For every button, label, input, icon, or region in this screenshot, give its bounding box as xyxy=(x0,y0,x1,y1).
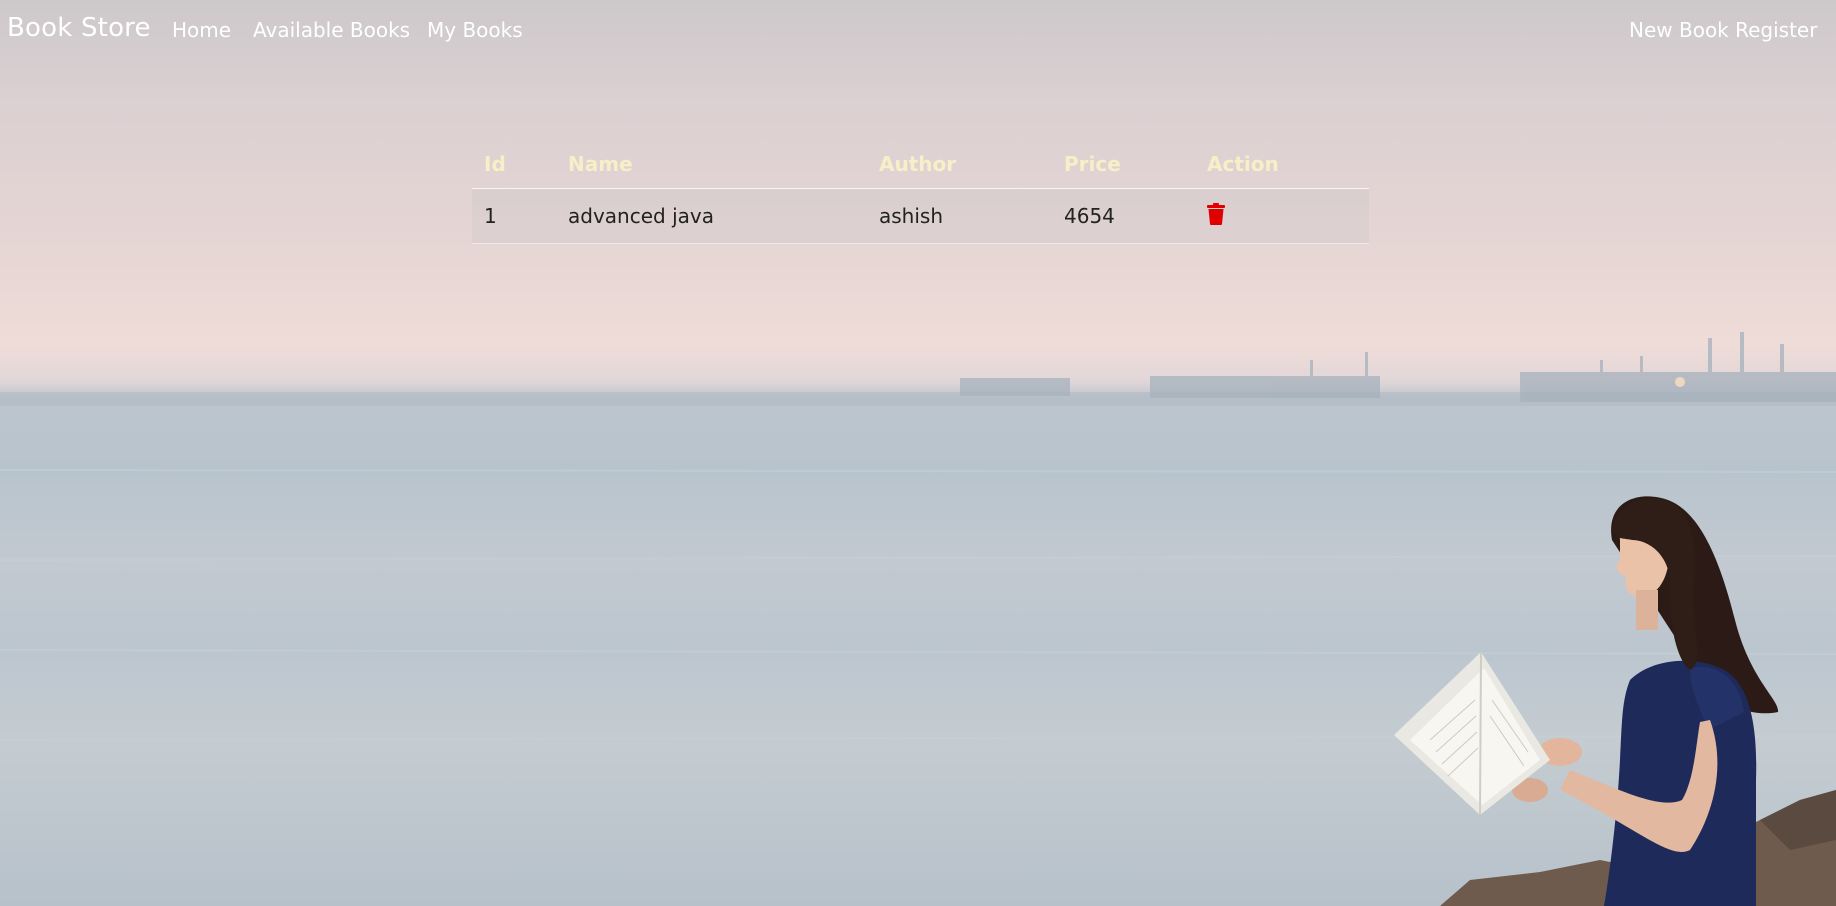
my-books-table: Id Name Author Price Action 1 advanced j… xyxy=(472,140,1369,244)
cell-author: ashish xyxy=(867,188,1052,244)
header-row: Id Name Author Price Action xyxy=(472,140,1369,189)
brand-link[interactable]: Book Store xyxy=(7,13,151,43)
table-body: 1 advanced java ashish 4654 xyxy=(472,188,1369,244)
nav-link-home[interactable]: Home xyxy=(172,18,231,42)
cell-price: 4654 xyxy=(1052,188,1195,244)
background-image xyxy=(0,332,1836,906)
nav-link-available-books[interactable]: Available Books xyxy=(253,18,410,42)
new-book-register-link[interactable]: New Book Register xyxy=(1629,18,1817,42)
trash-icon[interactable] xyxy=(1207,202,1225,230)
cell-action xyxy=(1195,188,1369,244)
cell-id: 1 xyxy=(472,188,556,244)
header-author: Author xyxy=(867,140,1052,189)
nav-link-my-books[interactable]: My Books xyxy=(427,18,523,42)
navbar: Book Store Home Available Books My Books… xyxy=(0,0,1836,62)
header-price: Price xyxy=(1052,140,1195,189)
header-name: Name xyxy=(556,140,867,189)
header-action: Action xyxy=(1195,140,1369,189)
table-header: Id Name Author Price Action xyxy=(472,140,1369,189)
header-id: Id xyxy=(472,140,556,189)
table-row: 1 advanced java ashish 4654 xyxy=(472,188,1369,244)
books-table-container: Id Name Author Price Action 1 advanced j… xyxy=(472,140,1369,244)
cell-name: advanced java xyxy=(556,188,867,244)
